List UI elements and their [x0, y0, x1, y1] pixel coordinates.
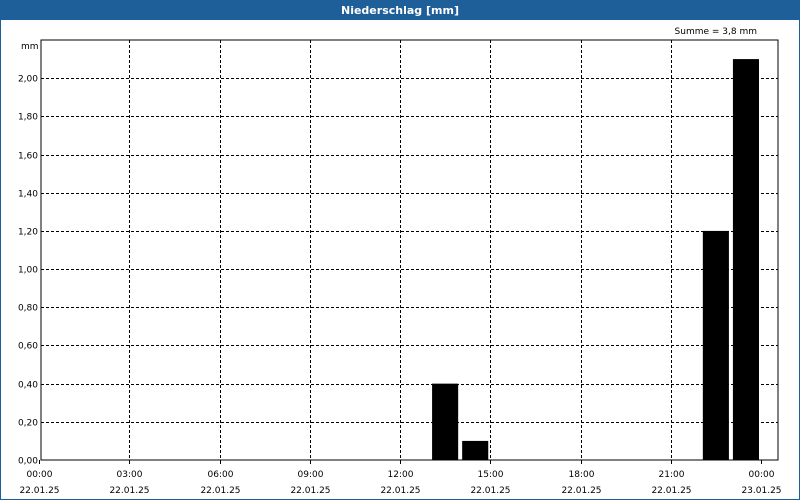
precipitation-bar [732, 59, 759, 460]
x-tick-date: 23.01.25 [741, 486, 781, 496]
sum-annotation: Summe = 3,8 mm [675, 27, 757, 37]
x-tick-date: 22.01.25 [290, 486, 330, 496]
y-tick-label: 1,40 [18, 190, 38, 200]
precipitation-bar [462, 440, 489, 460]
precipitation-bar [432, 383, 459, 460]
x-tick-time: 18:00 [569, 470, 595, 480]
x-tick-time: 09:00 [298, 470, 324, 480]
x-tick-time: 06:00 [208, 470, 234, 480]
y-tick-label: 1,60 [18, 152, 38, 162]
x-tick-time: 00:00 [749, 470, 775, 480]
precipitation-bar [702, 230, 729, 460]
plot-area [40, 39, 779, 461]
y-tick-label: 0,60 [18, 342, 38, 352]
x-tick-date: 22.01.25 [19, 486, 59, 496]
y-tick-label: 1,00 [18, 266, 38, 276]
y-tick-label: 1,20 [18, 228, 38, 238]
precipitation-chart: mm Summe = 3,8 mm 0,00 0,20 0,40 0,60 0,80 1,… [18, 27, 782, 496]
y-tick-label: 0,80 [18, 304, 38, 314]
x-tick-date: 22.01.25 [470, 486, 510, 496]
x-tick-time: 03:00 [117, 470, 143, 480]
x-tick-date: 22.01.25 [200, 486, 240, 496]
y-tick-label: 1,80 [18, 113, 38, 123]
y-tick-label: 0,00 [18, 457, 38, 467]
x-tick-time: 12:00 [388, 470, 414, 480]
x-tick-time: 15:00 [478, 470, 504, 480]
y-axis-unit-label: mm [21, 42, 39, 52]
x-tick-date: 22.01.25 [380, 486, 420, 496]
x-tick-date: 22.01.25 [561, 486, 601, 496]
y-tick-label: 0,40 [18, 381, 38, 391]
x-tick-time: 00:00 [27, 470, 53, 480]
x-tick-date: 22.01.25 [651, 486, 691, 496]
x-tick-time: 21:00 [659, 470, 685, 480]
x-tick-date: 22.01.25 [109, 486, 149, 496]
y-tick-label: 2,00 [18, 75, 38, 85]
y-tick-label: 0,20 [18, 419, 38, 429]
